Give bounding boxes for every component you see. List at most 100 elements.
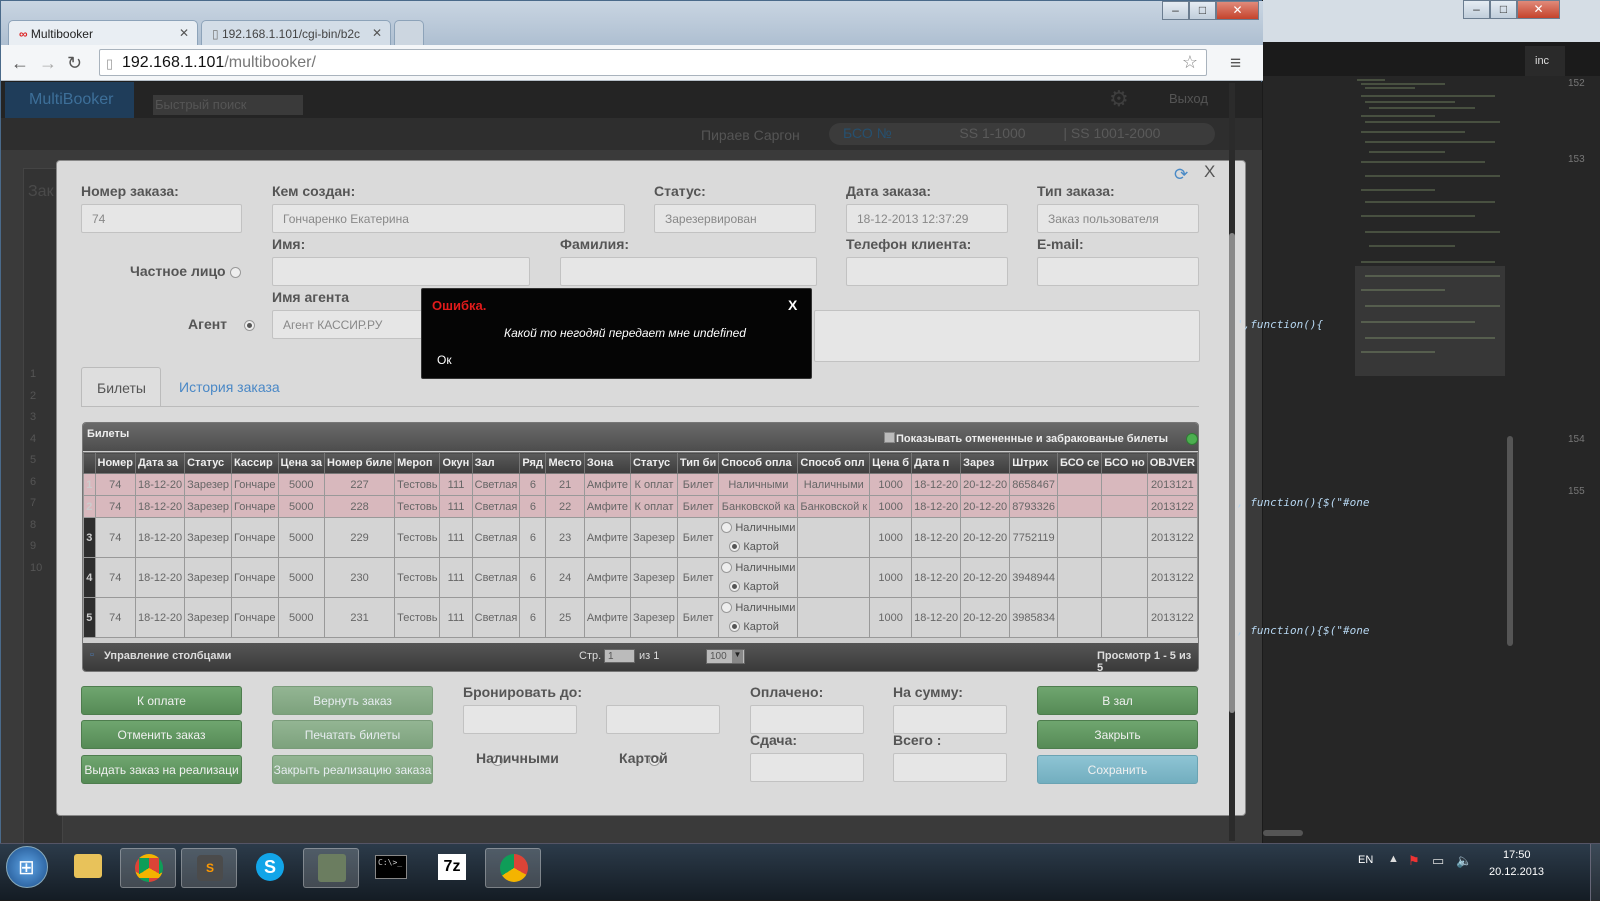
pay-card-radio[interactable] <box>729 541 741 553</box>
language-indicator[interactable]: EN <box>1358 854 1373 866</box>
editor-scrollbar[interactable] <box>1507 436 1513 646</box>
table-row[interactable]: 2 74 18-12-20 Зарезер Гончаре 5000 228 Тестовь 1… <box>83 495 1198 518</box>
page-size-select[interactable]: 100 ▼ <box>706 649 745 664</box>
page-scrollbar-thumb[interactable] <box>1229 233 1235 713</box>
star-icon[interactable]: ☆ <box>1182 52 1198 73</box>
sublime-taskbar-button[interactable]: S <box>181 848 237 888</box>
table-row[interactable]: 3 74 18-12-20 Зарезер Гончаре 5000 229 Тестовь 1… <box>83 517 1198 558</box>
column-header[interactable]: БСО но <box>1101 452 1148 474</box>
close-tab-icon[interactable]: ✕ <box>179 26 189 40</box>
column-header[interactable]: Статус <box>184 452 232 474</box>
refresh-icon[interactable]: ⟳ <box>1174 165 1188 185</box>
table-row[interactable]: 4 74 18-12-20 Зарезер Гончаре 5000 230 Тестовь 1… <box>83 557 1198 598</box>
logout-link[interactable]: Выход <box>1169 91 1208 106</box>
columns-icon[interactable]: ▫ <box>90 649 94 661</box>
pay-card-radio[interactable] <box>729 581 741 593</box>
column-header[interactable]: Дата за <box>135 452 186 474</box>
pay-cash-radio[interactable] <box>721 602 733 614</box>
close-sale-button[interactable]: Закрыть реализацию заказа <box>272 755 433 784</box>
book-until-date-field[interactable] <box>463 705 577 734</box>
comment-field[interactable] <box>814 310 1200 362</box>
issue-for-sale-button[interactable]: Выдать заказ на реализаци <box>81 755 242 784</box>
pay-card-radio[interactable] <box>729 621 741 633</box>
order-type-field[interactable]: Заказ пользователя <box>1037 204 1199 233</box>
column-header[interactable]: Номер биле <box>324 452 396 474</box>
status-field[interactable]: Зарезервирован <box>654 204 816 233</box>
agent-name-field[interactable]: Агент КАССИР.РУ <box>272 310 432 339</box>
column-header[interactable]: Статус <box>629 452 678 474</box>
total-field[interactable] <box>893 753 1007 782</box>
editor-minimize-button[interactable]: – <box>1463 0 1490 19</box>
table-row[interactable]: 1 74 18-12-20 Зарезер Гончаре 5000 227 Тестовь 1… <box>83 473 1198 496</box>
column-header[interactable]: Мероп <box>394 452 441 474</box>
save-button[interactable]: Сохранить <box>1037 755 1198 784</box>
close-button[interactable]: Закрыть <box>1037 720 1198 749</box>
show-cancelled-checkbox[interactable] <box>884 432 895 443</box>
column-header[interactable]: Способ опла <box>718 452 799 474</box>
chrome-taskbar-button[interactable] <box>120 848 176 888</box>
volume-muted-icon[interactable]: 🔈 <box>1456 853 1472 869</box>
column-header[interactable]: Способ опл <box>797 452 871 474</box>
page-scrollbar[interactable] <box>1229 83 1235 841</box>
created-by-field[interactable]: Гончаренко Екатерина <box>272 204 625 233</box>
editor-hscrollbar[interactable] <box>1263 830 1303 836</box>
add-icon[interactable] <box>1186 433 1198 445</box>
minimize-button[interactable]: – <box>1162 1 1189 20</box>
cmd-taskbar-button[interactable]: C:\>_ <box>363 848 419 888</box>
show-hidden-icons-icon[interactable]: ▲ <box>1388 853 1399 865</box>
cancel-order-button[interactable]: Отменить заказ <box>81 720 242 749</box>
clock-date[interactable]: 20.12.2013 <box>1489 866 1544 878</box>
order-date-field[interactable]: 18-12-2013 12:37:29 <box>846 204 1008 233</box>
column-header[interactable]: Тип би <box>676 452 720 474</box>
editor-maximize-button[interactable]: □ <box>1490 0 1517 19</box>
page-input[interactable]: 1 <box>604 649 635 663</box>
tab-multibooker[interactable]: ∞ Multibooker ✕ <box>8 20 198 45</box>
column-header[interactable]: БСО се <box>1057 452 1103 474</box>
column-header[interactable]: Окун <box>439 452 473 474</box>
column-header[interactable]: Кассир <box>231 452 279 474</box>
agent-radio[interactable] <box>244 320 256 332</box>
reload-icon[interactable]: ↻ <box>67 53 82 74</box>
return-order-button[interactable]: Вернуть заказ <box>272 686 433 715</box>
action-center-flag-icon[interactable]: ⚑ <box>1408 853 1420 869</box>
skype-taskbar-button[interactable]: S <box>242 848 298 888</box>
last-name-field[interactable] <box>560 257 817 286</box>
tab-order-history[interactable]: История заказа <box>179 379 280 395</box>
column-header[interactable]: Ряд <box>519 452 547 474</box>
column-header[interactable]: Зона <box>583 452 631 474</box>
manage-columns-link[interactable]: Управление столбцами <box>104 650 231 662</box>
error-close-button[interactable]: X <box>788 297 797 313</box>
show-desktop-button[interactable] <box>1590 844 1600 901</box>
menu-icon[interactable]: ≡ <box>1230 53 1241 75</box>
print-tickets-button[interactable]: Печатать билеты <box>272 720 433 749</box>
network-tray-icon[interactable]: ▭ <box>1432 853 1444 869</box>
maximize-button[interactable]: □ <box>1189 1 1216 20</box>
network-taskbar-button[interactable] <box>303 848 359 888</box>
chrome2-taskbar-button[interactable] <box>485 848 541 888</box>
table-row[interactable]: 5 74 18-12-20 Зарезер Гончаре 5000 231 Тестовь 1… <box>83 597 1198 638</box>
column-header[interactable]: Цена б <box>869 452 913 474</box>
forward-icon[interactable]: → <box>39 53 57 74</box>
start-button[interactable]: ⊞ <box>6 846 48 888</box>
column-header[interactable]: OBJVER <box>1146 452 1198 474</box>
column-header[interactable]: Дата п <box>911 452 962 474</box>
editor-tab[interactable]: inc <box>1525 46 1565 76</box>
book-until-time-field[interactable] <box>606 705 720 734</box>
editor-close-button[interactable]: ✕ <box>1517 0 1560 19</box>
app-logo[interactable]: MultiBooker <box>5 82 134 118</box>
quick-search-input[interactable]: Быстрый поиск <box>153 95 303 115</box>
close-tab-icon[interactable]: ✕ <box>372 26 382 40</box>
7zip-taskbar-button[interactable]: 7z <box>424 848 480 888</box>
pay-cash-radio[interactable] <box>721 522 733 534</box>
back-icon[interactable]: ← <box>11 53 29 74</box>
sum-field[interactable] <box>893 705 1007 734</box>
to-hall-button[interactable]: В зал <box>1037 686 1198 715</box>
to-payment-button[interactable]: К оплате <box>81 686 242 715</box>
phone-field[interactable] <box>846 257 1008 286</box>
email-field[interactable] <box>1037 257 1199 286</box>
column-header[interactable]: Место <box>545 452 585 474</box>
first-name-field[interactable] <box>272 257 530 286</box>
tab-cgi-bin[interactable]: ▯ 192.168.1.101/cgi-bin/b2c ✕ <box>201 20 391 45</box>
gear-icon[interactable]: ⚙ <box>1109 86 1129 112</box>
ok-button[interactable]: Ок <box>437 353 452 367</box>
